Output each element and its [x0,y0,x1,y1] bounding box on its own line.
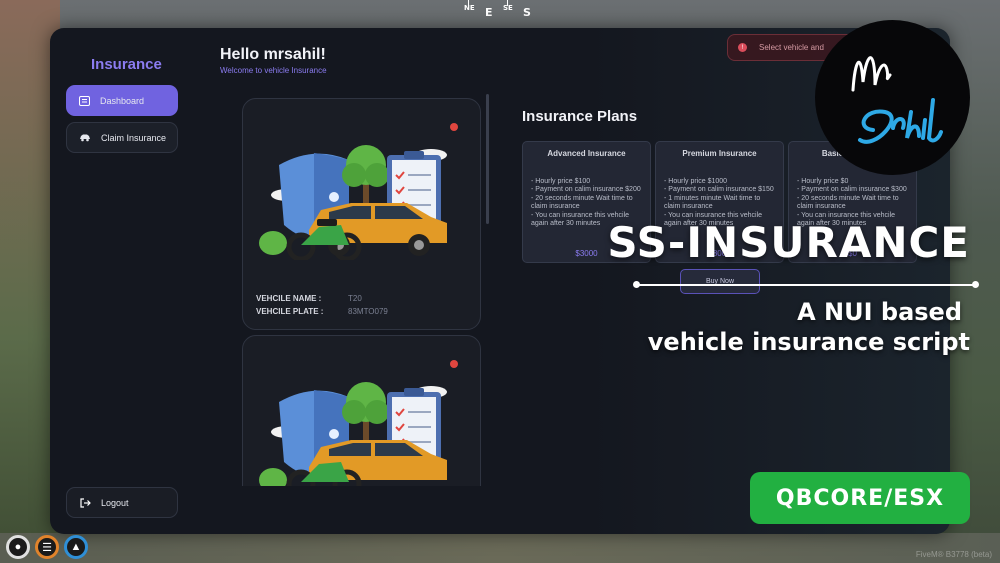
watermark: FiveM® B3778 (beta) [915,550,992,559]
compass-se: SE [503,4,513,12]
vehicle-card[interactable] [242,335,481,486]
sidebar-item-claim-insurance[interactable]: Claim Insurance [66,122,178,153]
headline: SS-INSURANCE [607,218,970,267]
signature-logo [851,56,943,144]
microphone-icon: ● [6,535,30,559]
tagline-1: A NUI based [797,298,962,326]
tagline-2: vehicle insurance script [647,328,970,356]
logout-button[interactable]: Logout [66,487,178,518]
framework-badge: QBCORE/ESX [750,472,970,524]
plan-name: Premium Insurance [682,149,757,158]
greeting-title: Hello mrsahil! [220,46,326,63]
mr-sahil-logo [815,20,970,175]
sidebar-item-label: Claim Insurance [101,132,167,143]
vehicle-plate-label: VEHCILE PLATE : [256,307,324,316]
vehicle-list-scrollbar[interactable] [486,94,489,224]
compass: NE E SE S [458,0,538,20]
vehicle-name-label: VEHCILE NAME : [256,294,322,303]
plans-title: Insurance Plans [522,108,638,125]
sidebar-item-label: Dashboard [100,95,145,106]
logout-label: Logout [101,497,129,508]
brand-title: Insurance [91,56,162,73]
compass-s: S [523,6,531,19]
vehicle-insurance-illustration [259,123,458,260]
sidebar: Insurance Dashboard Claim Insurance Logo… [50,28,200,534]
alert-icon: ! [738,43,747,52]
sidebar-item-dashboard[interactable]: Dashboard [66,85,178,116]
burger-icon: ☰ [35,535,59,559]
vehicle-card[interactable]: VEHCILE NAME : T20 VEHCILE PLATE : 83MTO… [242,98,481,330]
vehicle-insurance-illustration [259,360,458,486]
dashboard-icon [78,95,90,107]
logout-icon [79,497,91,509]
buy-now-button[interactable]: Buy Now [680,269,760,294]
vehicle-list: VEHCILE NAME : T20 VEHCILE PLATE : 83MTO… [242,98,482,486]
divider-rule [633,281,979,288]
compass-ne: NE [464,4,475,12]
greeting-subtitle: Welcome to vehicle Insurance [220,66,327,75]
plan-name: Advanced Insurance [547,149,626,158]
game-background-bottom [0,533,1000,563]
vehicle-name-value: T20 [348,294,362,303]
compass-e: E [485,6,493,19]
vehicle-plate-value: 83MTO079 [348,307,388,316]
car-icon [79,132,91,144]
water-drop-icon: ▲ [64,535,88,559]
